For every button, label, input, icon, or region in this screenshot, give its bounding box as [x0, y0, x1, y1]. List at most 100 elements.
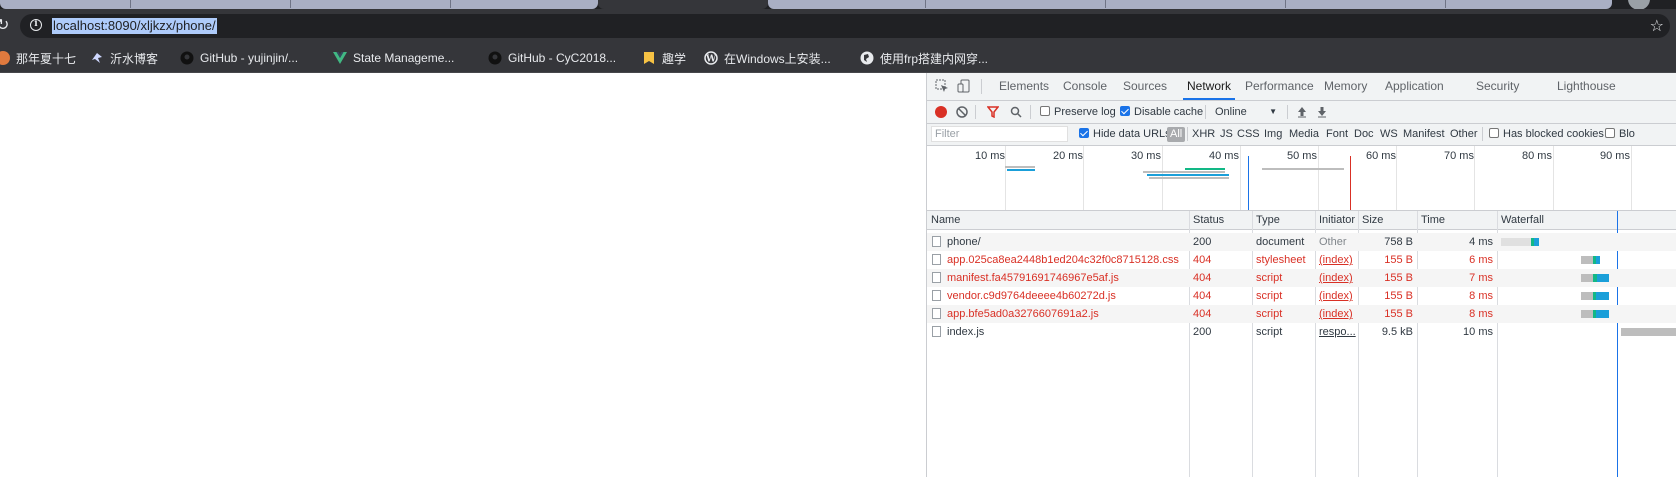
- filter-type-other[interactable]: Other: [1450, 124, 1478, 145]
- request-type: script: [1256, 290, 1283, 302]
- bookmark-label: State Manageme...: [353, 51, 455, 65]
- tab-performance[interactable]: Performance: [1245, 73, 1314, 100]
- checkbox-checked[interactable]: [1079, 128, 1089, 138]
- filter-type-font[interactable]: Font: [1326, 124, 1348, 145]
- column-header-initiator[interactable]: Initiator: [1315, 211, 1358, 229]
- request-name[interactable]: vendor.c9d9764deeee4b60272d.js: [947, 287, 1187, 305]
- checkbox-unchecked[interactable]: [1040, 106, 1050, 116]
- table-row[interactable]: vendor.c9d9764deeee4b60272d.js 404 scrip…: [927, 287, 1676, 305]
- tab-elements[interactable]: Elements: [999, 73, 1049, 100]
- export-har-icon[interactable]: [1316, 106, 1328, 118]
- table-row[interactable]: app.bfe5ad0a3276607691a2.js 404 script (…: [927, 305, 1676, 323]
- search-icon[interactable]: [1010, 106, 1022, 118]
- filter-type-xhr[interactable]: XHR: [1192, 124, 1215, 145]
- table-header: Name Status Type Initiator Size Time Wat…: [927, 211, 1676, 230]
- request-name[interactable]: app.bfe5ad0a3276607691a2.js: [947, 305, 1187, 323]
- request-name[interactable]: index.js: [947, 323, 1187, 341]
- bookmark-item[interactable]: 沂水博客: [90, 49, 158, 67]
- page-viewport[interactable]: [0, 73, 926, 477]
- address-bar[interactable]: i localhost:8090/xljkzx/phone/ ☆: [20, 14, 1670, 38]
- overview-gridline: [1474, 146, 1475, 210]
- device-toolbar-icon[interactable]: [957, 79, 971, 93]
- bookmark-star-icon[interactable]: ☆: [1650, 16, 1664, 35]
- bookmark-item[interactable]: 趣学: [642, 49, 686, 67]
- request-name[interactable]: manifest.fa45791691746967e5af.js: [947, 269, 1187, 287]
- preserve-log-checkbox[interactable]: Preserve log: [1040, 101, 1116, 123]
- filter-type-css[interactable]: CSS: [1237, 124, 1260, 145]
- import-har-icon[interactable]: [1296, 106, 1308, 118]
- document-icon: [932, 308, 941, 319]
- filter-icon[interactable]: [987, 106, 999, 118]
- site-info-icon[interactable]: i: [30, 19, 42, 31]
- browser-tab[interactable]: [0, 0, 598, 9]
- network-overview[interactable]: 10 ms 20 ms 30 ms 40 ms 50 ms 60 ms 70 m…: [927, 146, 1676, 211]
- tab-memory[interactable]: Memory: [1324, 73, 1367, 100]
- request-initiator[interactable]: (index): [1319, 305, 1357, 323]
- column-header-waterfall[interactable]: Waterfall: [1497, 211, 1676, 229]
- globe-icon: [860, 51, 874, 65]
- bookmark-item[interactable]: W 在Windows上安装...: [704, 49, 831, 67]
- request-status: 200: [1193, 326, 1212, 338]
- browser-tab-active[interactable]: [598, 0, 768, 9]
- bookmark-item[interactable]: GitHub - CyC2018...: [488, 49, 616, 67]
- request-initiator[interactable]: (index): [1319, 251, 1357, 269]
- disable-cache-checkbox[interactable]: Disable cache: [1120, 101, 1203, 123]
- bookmark-folder-icon: [644, 52, 654, 64]
- request-status: 404: [1193, 308, 1212, 320]
- request-time: 10 ms: [1463, 326, 1493, 338]
- bookmark-item[interactable]: State Manageme...: [333, 49, 454, 67]
- checkbox-unchecked[interactable]: [1605, 128, 1615, 138]
- inspect-element-icon[interactable]: [935, 79, 949, 93]
- request-initiator[interactable]: (index): [1319, 269, 1357, 287]
- column-header-name[interactable]: Name: [927, 211, 1189, 229]
- table-row[interactable]: manifest.fa45791691746967e5af.js 404 scr…: [927, 269, 1676, 287]
- filter-type-ws[interactable]: WS: [1380, 124, 1398, 145]
- filter-type-img[interactable]: Img: [1264, 124, 1282, 145]
- bookmark-item[interactable]: GitHub - yujinjin/...: [180, 49, 298, 67]
- tab-security[interactable]: Security: [1476, 73, 1519, 100]
- checkbox-unchecked[interactable]: [1489, 128, 1499, 138]
- request-initiator[interactable]: respo...: [1319, 323, 1357, 341]
- request-name[interactable]: phone/: [947, 233, 1187, 251]
- filter-input[interactable]: Filter: [931, 126, 1068, 142]
- reload-icon[interactable]: ↻: [0, 17, 9, 33]
- tab-application[interactable]: Application: [1385, 73, 1444, 100]
- request-type: document: [1256, 236, 1305, 248]
- hide-data-urls-checkbox[interactable]: Hide data URLs: [1079, 124, 1171, 145]
- column-header-size[interactable]: Size: [1358, 211, 1417, 229]
- tab-console[interactable]: Console: [1063, 73, 1107, 100]
- tab-separator: [1105, 0, 1106, 8]
- request-initiator[interactable]: (index): [1319, 287, 1357, 305]
- blocked-requests-checkbox[interactable]: Blo: [1605, 124, 1635, 145]
- wordpress-icon: W: [704, 51, 718, 65]
- table-row[interactable]: index.js 200 script respo... 9.5 kB 10 m…: [927, 323, 1676, 341]
- tab-lighthouse[interactable]: Lighthouse: [1557, 73, 1616, 100]
- tab-sources[interactable]: Sources: [1123, 73, 1167, 100]
- overview-tick-label: 60 ms: [1366, 150, 1396, 162]
- overview-tick-label: 40 ms: [1209, 150, 1239, 162]
- column-header-type[interactable]: Type: [1252, 211, 1315, 229]
- has-blocked-cookies-label: Has blocked cookies: [1503, 128, 1604, 140]
- checkbox-checked[interactable]: [1120, 106, 1130, 116]
- tab-network[interactable]: Network: [1183, 73, 1236, 100]
- filter-type-media[interactable]: Media: [1289, 124, 1319, 145]
- column-header-time[interactable]: Time: [1417, 211, 1497, 229]
- overview-gridline: [1631, 146, 1632, 210]
- request-name[interactable]: app.025ca8ea2448b1ed204c32f0c8715128.css: [947, 251, 1187, 269]
- filter-type-manifest[interactable]: Manifest: [1403, 124, 1445, 145]
- clear-icon[interactable]: [956, 106, 968, 118]
- filter-type-js[interactable]: JS: [1220, 124, 1233, 145]
- record-button[interactable]: [935, 106, 947, 118]
- table-row[interactable]: phone/ 200 document Other 758 B 4 ms: [927, 233, 1676, 251]
- throttling-select[interactable]: Online ▼: [1215, 101, 1277, 123]
- has-blocked-cookies-checkbox[interactable]: Has blocked cookies: [1489, 124, 1604, 145]
- url-text[interactable]: localhost:8090/xljkzx/phone/: [52, 18, 217, 34]
- overview-tick-label: 30 ms: [1131, 150, 1161, 162]
- bookmark-item[interactable]: 那年夏十七: [0, 49, 76, 67]
- filter-type-all[interactable]: All: [1167, 127, 1186, 142]
- bookmark-item[interactable]: 使用frp搭建内网穿...: [860, 49, 988, 67]
- table-row[interactable]: app.025ca8ea2448b1ed204c32f0c8715128.css…: [927, 251, 1676, 269]
- browser-tab[interactable]: [768, 0, 1612, 9]
- filter-type-doc[interactable]: Doc: [1354, 124, 1374, 145]
- column-header-status[interactable]: Status: [1189, 211, 1252, 229]
